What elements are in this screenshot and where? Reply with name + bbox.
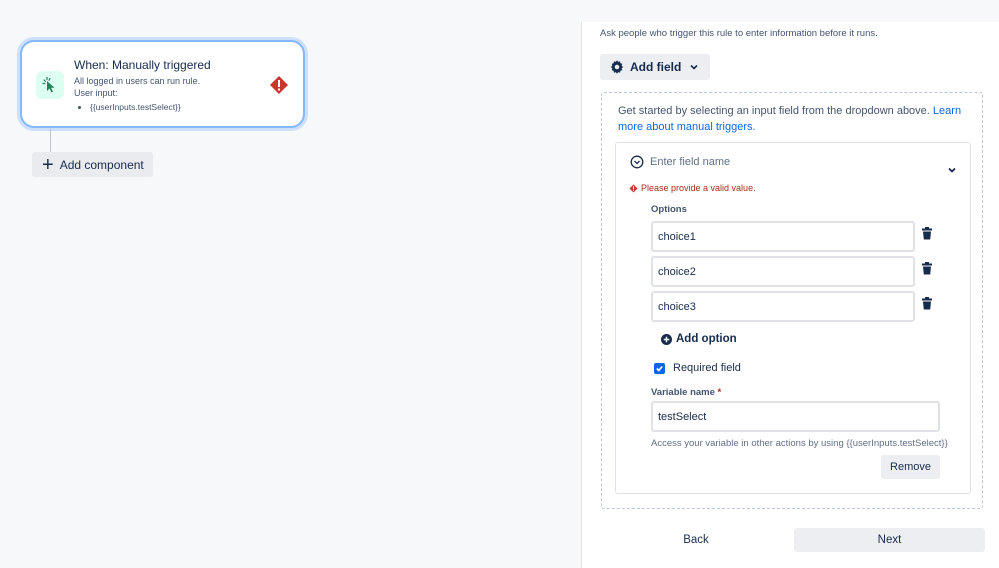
cursor-click-icon [36, 71, 64, 99]
error-icon [629, 183, 638, 193]
trash-icon[interactable] [921, 227, 935, 241]
field-error-text: Please provide a valid value. [641, 183, 756, 193]
trigger-text: When: Manually triggered All logged in u… [74, 57, 264, 114]
required-checkbox[interactable] [654, 362, 665, 374]
next-button[interactable]: Next [794, 528, 985, 552]
chevron-down-icon [689, 62, 699, 72]
warning-diamond-icon [269, 75, 289, 95]
option-row [651, 221, 941, 253]
add-component-button[interactable]: + Add component [32, 152, 153, 177]
field-card: Please provide a valid value. Options [615, 142, 971, 494]
required-label: Required field [673, 362, 741, 374]
trigger-permission: All logged in users can run rule. [74, 76, 201, 86]
required-field-row: Required field [654, 362, 741, 374]
option-input-1[interactable] [651, 221, 915, 252]
option-row [651, 256, 941, 288]
variable-help-text: Access your variable in other actions by… [651, 438, 948, 449]
option-input-3[interactable] [651, 291, 915, 322]
add-field-button[interactable]: Add field [600, 54, 710, 80]
plus-circle-icon [661, 333, 672, 345]
panel-intro: Ask people who trigger this rule to ente… [600, 28, 878, 39]
variable-name-label: Variable name * [651, 387, 721, 398]
chevron-circle-icon [630, 155, 644, 169]
gear-icon [610, 60, 624, 74]
trigger-input-list: {{userInputs.testSelect}} [90, 100, 264, 114]
plus-icon: + [42, 153, 54, 176]
trigger-card[interactable]: When: Manually triggered All logged in u… [20, 40, 305, 128]
options-label: Options [651, 204, 687, 215]
field-error-message: Please provide a valid value. [629, 183, 756, 193]
help-text: Get started by selecting an input field … [618, 103, 974, 135]
help-text-body: Get started by selecting an input field … [618, 105, 930, 117]
remove-field-button[interactable]: Remove [881, 455, 940, 479]
collapse-chevron-icon[interactable] [946, 163, 958, 175]
trash-icon[interactable] [921, 262, 935, 276]
add-component-label: Add component [59, 157, 144, 172]
option-input-2[interactable] [651, 256, 915, 287]
add-field-label: Add field [630, 60, 682, 74]
variable-name-label-text: Variable name [651, 387, 715, 398]
connector-line [50, 128, 51, 152]
trigger-title: When: Manually triggered [74, 58, 211, 72]
option-row [651, 291, 941, 323]
back-button[interactable]: Back [622, 528, 770, 552]
trigger-input-item: {{userInputs.testSelect}} [90, 100, 264, 114]
field-name-input[interactable] [650, 152, 910, 172]
trigger-user-input-label: User input: [74, 88, 118, 98]
add-option-button[interactable]: Add option [661, 333, 737, 345]
add-option-label: Add option [676, 333, 737, 345]
variable-name-input[interactable] [651, 401, 940, 432]
fields-dropzone: Get started by selecting an input field … [601, 92, 983, 509]
required-asterisk: * [717, 387, 722, 398]
trash-icon[interactable] [921, 297, 935, 311]
trigger-config-panel: Ask people who trigger this rule to ente… [581, 22, 999, 568]
